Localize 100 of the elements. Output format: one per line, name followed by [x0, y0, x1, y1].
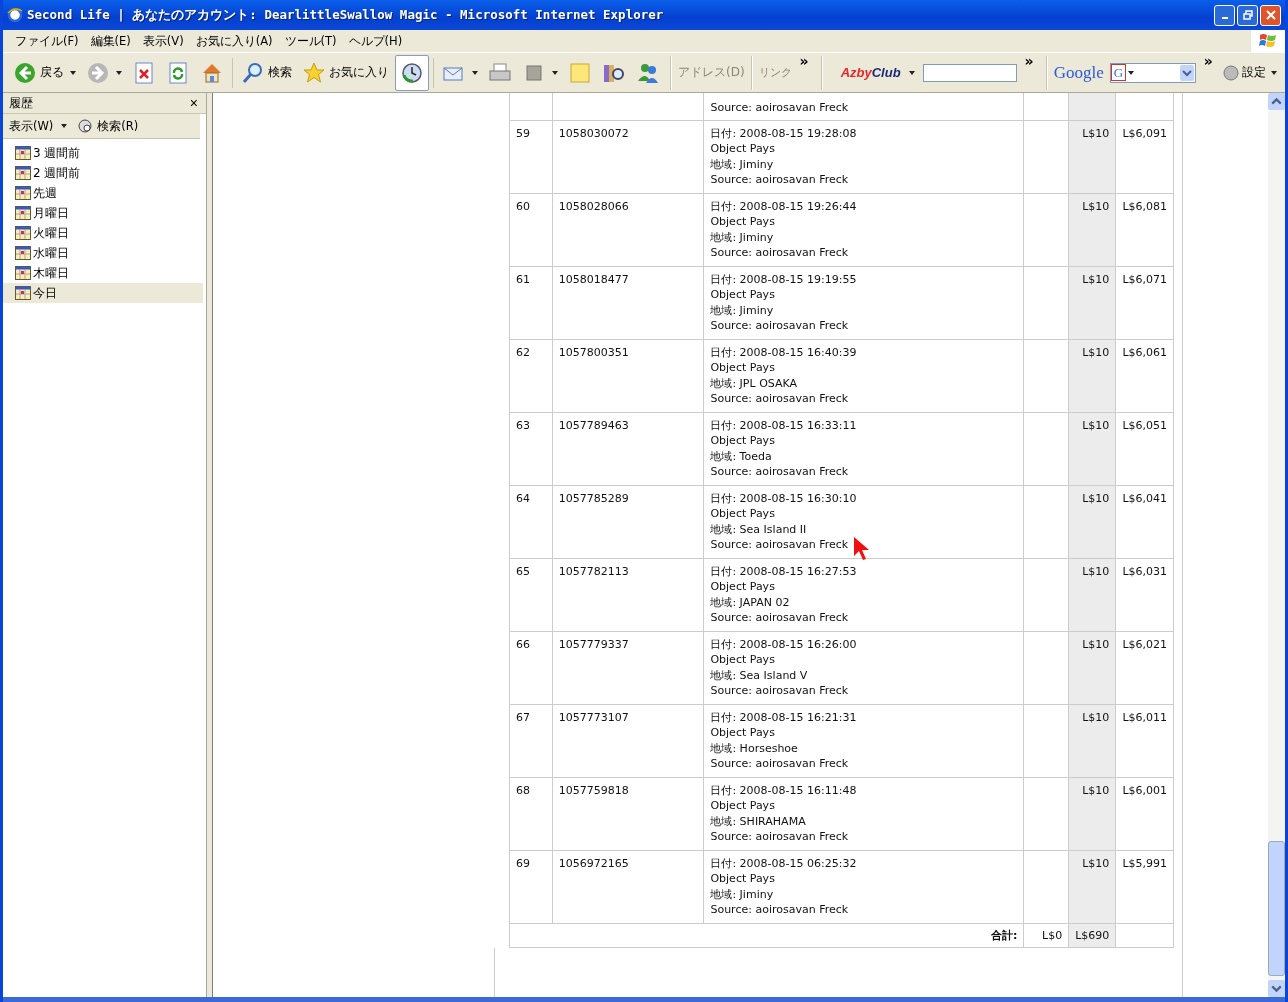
table-cell: 1058028066 [552, 193, 704, 266]
detail-line: Source: aoirosavan Freck [710, 391, 849, 407]
table-cell: L$10 [1068, 558, 1116, 631]
detail-line: 地域: Jiminy [710, 156, 774, 172]
history-item[interactable]: 火曜日 [3, 223, 203, 243]
table-cell [1115, 93, 1174, 120]
table-cell: L$6,041 [1115, 485, 1174, 558]
chevron-button[interactable]: » [1203, 53, 1213, 69]
scroll-down-icon[interactable] [1268, 980, 1285, 997]
table-cell: 1056972165 [552, 850, 704, 923]
table-cell: 1057785289 [552, 485, 704, 558]
detail-line: 地域: Jiminy [710, 229, 774, 245]
view-menu-button[interactable]: 表示(W) [9, 118, 68, 134]
chevron-button[interactable]: » [799, 53, 809, 69]
detail-line: 日付: 2008-08-15 19:28:08 [710, 125, 857, 141]
close-button[interactable] [1260, 4, 1281, 26]
vertical-scrollbar[interactable] [1268, 93, 1285, 997]
table-cell: L$6,091 [1115, 120, 1174, 193]
detail-line: Source: aoirosavan Freck [710, 464, 849, 480]
table-cell: L$6,081 [1115, 193, 1174, 266]
search-button[interactable]: 検索(R) [77, 118, 139, 134]
detail-line: 日付: 2008-08-15 16:11:48 [710, 782, 857, 798]
history-item[interactable]: 月曜日 [3, 203, 203, 223]
table-cell: L$6,061 [1115, 339, 1174, 412]
note-icon [568, 60, 592, 85]
detail-line: 日付: 2008-08-15 19:26:44 [710, 198, 857, 214]
calendar-icon [15, 226, 31, 240]
detail-line: 地域: Jiminy [710, 302, 774, 318]
favorites-button[interactable]: お気に入り [298, 57, 393, 88]
detail-line: 地域: SHIRAHAMA [710, 813, 806, 829]
table-cell: L$6,071 [1115, 266, 1174, 339]
table-cell: 1057782113 [552, 558, 704, 631]
table-cell: L$6,031 [1115, 558, 1174, 631]
total-label: 合計: [991, 928, 1018, 942]
scroll-up-icon[interactable] [1268, 93, 1285, 110]
detail-line: Object Pays [710, 141, 775, 157]
table-cell: 65 [509, 558, 553, 631]
menu-item[interactable]: ファイル(F) [9, 33, 85, 49]
history-item[interactable]: 2 週間前 [3, 163, 203, 183]
table-cell: L$10 [1068, 193, 1116, 266]
window-title: Second Life | あなたのアカウント: DearlittleSwallow Magic - Microsoft Internet Explorer [27, 6, 665, 24]
settings-button[interactable]: 設定 [1222, 64, 1277, 81]
search-button[interactable]: 検索 [237, 57, 296, 88]
detail-line: Object Pays [710, 214, 775, 230]
minimize-button[interactable] [1214, 4, 1235, 26]
calendar-icon [15, 286, 31, 300]
detail-line: Object Pays [710, 871, 775, 887]
search-engine-dropdown[interactable]: G [1109, 62, 1196, 83]
table-cell: L$0 [1023, 923, 1069, 948]
caret-icon[interactable] [908, 70, 915, 75]
star-icon [302, 60, 326, 85]
close-button[interactable]: × [189, 95, 198, 111]
table-cell: 67 [509, 704, 553, 777]
history-item[interactable]: 今日 [3, 283, 203, 303]
panel-splitter[interactable] [206, 93, 213, 997]
history-item[interactable]: 3 週間前 [3, 143, 203, 163]
table-cell: L$10 [1068, 850, 1116, 923]
history-item[interactable]: 水曜日 [3, 243, 203, 263]
detail-line: Source: aoirosavan Freck [710, 100, 849, 116]
google-logo: Google [1053, 62, 1104, 83]
detail-line: Object Pays [710, 287, 775, 303]
menu-item[interactable]: 表示(V) [136, 33, 190, 49]
search-field[interactable] [922, 63, 1017, 82]
table-cell: L$10 [1068, 412, 1116, 485]
detail-line: 地域: Sea Island V [710, 667, 808, 683]
back-button[interactable]: 戻る [9, 57, 80, 88]
calendar-icon [15, 166, 31, 180]
mouse-cursor-icon [853, 536, 871, 562]
restore-button[interactable] [1237, 4, 1258, 26]
table-cell: 69 [509, 850, 553, 923]
table-cell: L$5,991 [1115, 850, 1174, 923]
chevron-button[interactable]: » [1024, 53, 1034, 69]
menu-item[interactable]: お気に入り(A) [189, 33, 279, 49]
detail-line: 日付: 2008-08-15 16:33:11 [710, 417, 857, 433]
menu-item[interactable]: ヘルプ(H) [342, 33, 409, 49]
table-cell: 1058018477 [552, 266, 704, 339]
history-item[interactable]: 先週 [3, 183, 203, 203]
table-cell: L$6,021 [1115, 631, 1174, 704]
detail-line: Source: aoirosavan Freck [710, 756, 849, 772]
table-cell: 59 [509, 120, 553, 193]
table-cell: 66 [509, 631, 553, 704]
table-cell: L$10 [1068, 120, 1116, 193]
detail-line: 地域: Sea Island II [710, 521, 807, 537]
scroll-thumb[interactable] [1268, 841, 1285, 976]
detail-line: Object Pays [710, 360, 775, 376]
table-cell: L$10 [1068, 631, 1116, 704]
history-button[interactable] [395, 54, 429, 91]
detail-line: 日付: 2008-08-15 16:21:31 [710, 709, 857, 725]
table-cell: L$10 [1068, 704, 1116, 777]
browser-logo-icon [7, 7, 23, 23]
menu-item[interactable]: 編集(E) [84, 33, 137, 49]
detail-line: Object Pays [710, 798, 775, 814]
table-cell: 63 [509, 412, 553, 485]
table-cell: L$6,001 [1115, 777, 1174, 850]
menu-item[interactable]: ツール(T) [278, 33, 343, 49]
history-item[interactable]: 木曜日 [3, 263, 203, 283]
refresh-icon [166, 60, 190, 85]
stop-icon [132, 60, 156, 85]
detail-line: Source: aoirosavan Freck [710, 683, 849, 699]
toolbar-logo[interactable]: AzbyClub [840, 65, 901, 80]
